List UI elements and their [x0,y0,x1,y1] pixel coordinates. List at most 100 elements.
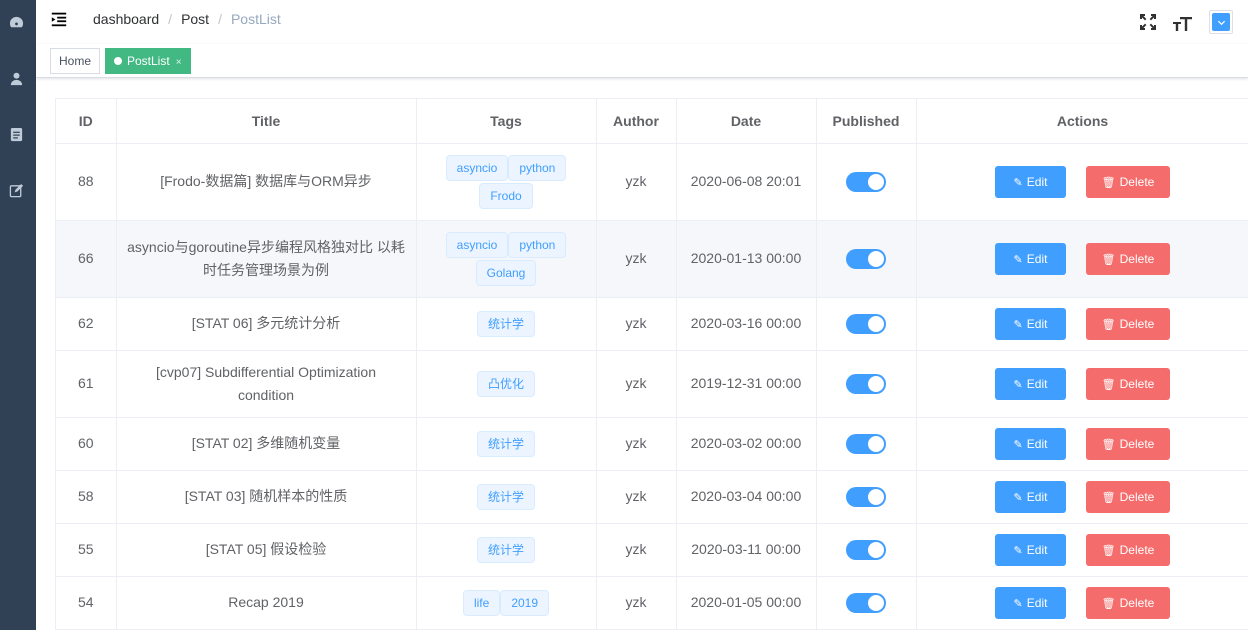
delete-label: Delete [1119,376,1155,391]
delete-button[interactable]: 🗑 Delete [1086,165,1170,198]
published-switch[interactable] [846,374,886,395]
hamburger-icon[interactable] [50,10,70,30]
edit-label: Edit [1026,316,1048,331]
edit-label: Edit [1026,376,1048,391]
tag-label: 统计学 [476,483,535,510]
document-icon[interactable] [8,126,24,142]
breadcrumb-post[interactable]: Post [181,11,209,27]
main-area: dashboard / Post / PostList Home PostLis… [36,0,1248,630]
published-switch[interactable] [846,249,886,270]
published-switch[interactable] [846,487,886,508]
table-row: 62 [STAT 06] 多元统计分析 统计学 yzk 2020-03-16 00:00… [56,297,1248,351]
breadcrumb-dashboard[interactable]: dashboard [93,11,159,27]
cell-published [816,350,917,418]
delete-label: Delete [1119,251,1155,266]
cell-actions: ✎ Edit 🗑 Delete [916,470,1248,524]
pencil-icon: ✎ [1013,378,1023,391]
cell-title: Recap 2019 [116,576,417,630]
edit-button[interactable]: ✎ Edit [995,367,1066,400]
avatar-dropdown[interactable] [1209,0,1233,44]
published-switch[interactable] [846,540,886,561]
trash-icon: 🗑 [1101,176,1116,189]
cell-author: yzk [596,417,677,471]
trash-icon: 🗑 [1101,438,1116,451]
tag-view-postlist[interactable]: PostList × [105,48,191,74]
tag-label: 2019 [500,589,550,616]
user-icon[interactable] [8,70,24,86]
edit-button[interactable]: ✎ Edit [995,480,1066,513]
edit-button[interactable]: ✎ Edit [995,586,1066,619]
delete-button[interactable]: 🗑 Delete [1086,586,1170,619]
cell-title: [STAT 02] 多维随机变量 [116,417,417,471]
pencil-icon: ✎ [1013,544,1023,557]
cell-published [816,417,917,471]
delete-button[interactable]: 🗑 Delete [1086,533,1170,566]
tags-view-bar: Home PostList × [36,44,1248,78]
edit-button[interactable]: ✎ Edit [995,427,1066,460]
cell-author: yzk [596,576,677,630]
cell-actions: ✎ Edit 🗑 Delete [916,220,1248,298]
breadcrumb: dashboard / Post / PostList [93,11,281,27]
pencil-icon: ✎ [1013,597,1023,610]
cell-date: 2020-01-05 00:00 [676,576,817,630]
trash-icon: 🗑 [1101,253,1116,266]
trash-icon: 🗑 [1101,544,1116,557]
column-header-date[interactable]: Date [676,99,817,144]
tag-view-label: PostList [127,54,170,68]
delete-label: Delete [1119,316,1155,331]
edit-button[interactable]: ✎ Edit [995,307,1066,340]
font-size-icon[interactable] [1172,0,1194,44]
column-header-author[interactable]: Author [596,99,677,144]
cell-published [816,523,917,577]
column-header-title[interactable]: Title [116,99,417,144]
published-switch[interactable] [846,434,886,455]
cell-date: 2020-01-13 00:00 [676,220,817,298]
edit-icon[interactable] [8,182,24,198]
cell-tags: asyncio pythonGolang [416,220,597,298]
edit-button[interactable]: ✎ Edit [995,533,1066,566]
tag-view-label: Home [59,54,92,68]
avatar[interactable] [1209,10,1233,34]
column-header-published[interactable]: Published [816,99,917,144]
published-switch[interactable] [846,593,886,614]
cell-author: yzk [596,143,677,221]
tag-view-home[interactable]: Home [50,48,101,74]
column-header-actions: Actions [916,99,1248,144]
cell-published [816,470,917,524]
tag-label: Frodo [479,182,533,209]
trash-icon: 🗑 [1101,597,1116,610]
cell-title: [cvp07] Subdifferential Optimization con… [116,350,417,418]
published-switch[interactable] [846,172,886,193]
cell-actions: ✎ Edit 🗑 Delete [916,417,1248,471]
cell-author: yzk [596,523,677,577]
edit-button[interactable]: ✎ Edit [995,242,1066,275]
close-icon[interactable]: × [176,57,182,68]
column-header-tags[interactable]: Tags [416,99,597,144]
delete-button[interactable]: 🗑 Delete [1086,367,1170,400]
edit-label: Edit [1026,489,1048,504]
cell-id: 88 [56,143,117,221]
delete-button[interactable]: 🗑 Delete [1086,480,1170,513]
published-switch[interactable] [846,314,886,335]
delete-button[interactable]: 🗑 Delete [1086,427,1170,460]
active-dot-icon [114,57,122,65]
delete-button[interactable]: 🗑 Delete [1086,307,1170,340]
trash-icon: 🗑 [1101,378,1116,391]
cell-date: 2020-03-02 00:00 [676,417,817,471]
tag-label: 统计学 [476,536,535,563]
edit-button[interactable]: ✎ Edit [995,165,1066,198]
cell-id: 66 [56,220,117,298]
cell-published [816,576,917,630]
table-header-row: ID Title Tags Author Date Published Acti… [56,99,1248,144]
table-row: 60 [STAT 02] 多维随机变量 统计学 yzk 2020-03-02 00:00… [56,417,1248,471]
cell-actions: ✎ Edit 🗑 Delete [916,350,1248,418]
delete-label: Delete [1119,595,1155,610]
cell-tags: 统计学 [416,297,597,351]
column-header-id[interactable]: ID [56,99,117,144]
cell-tags: 统计学 [416,470,597,524]
delete-button[interactable]: 🗑 Delete [1086,242,1170,275]
fullscreen-icon[interactable] [1138,0,1158,44]
cell-actions: ✎ Edit 🗑 Delete [916,576,1248,630]
dashboard-icon[interactable] [8,14,24,30]
cell-published [816,297,917,351]
